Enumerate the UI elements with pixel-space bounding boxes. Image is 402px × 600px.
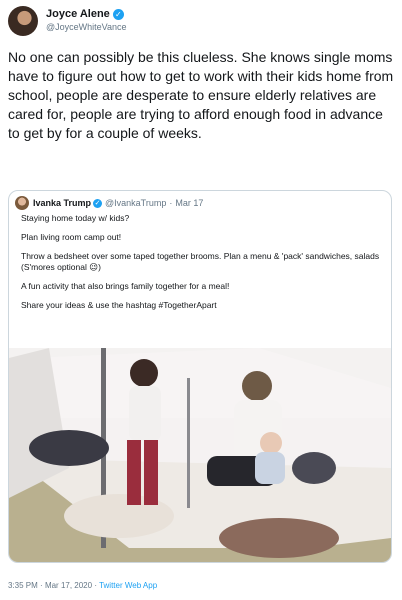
quoted-line: Share your ideas & use the hashtag #Toge… [21,300,217,310]
quoted-line: Throw a bedsheet over some taped togethe… [21,251,380,272]
quoted-date: Mar 17 [175,198,204,208]
quoted-handle: @IvankaTrump [105,198,167,208]
author-name-row: Joyce Alene ✓ [46,8,127,21]
quoted-tweet[interactable]: Ivanka Trump ✓ @IvankaTrump · Mar 17 Sta… [8,190,392,563]
avatar[interactable] [8,6,38,36]
tweet: Joyce Alene ✓ @JoyceWhiteVance No one ca… [0,0,402,600]
author-names: Joyce Alene ✓ @JoyceWhiteVance [46,8,127,34]
tweet-footer: 3:35 PM · Mar 17, 2020 · Twitter Web App [8,581,157,590]
quoted-text: Staying home today w/ kids? Plan living … [21,213,381,319]
footer-separator: · [94,581,97,590]
quoted-line: A fun activity that also brings family t… [21,281,230,291]
quoted-line: Plan living room camp out! [21,232,122,242]
tweet-time[interactable]: 3:35 PM [8,581,38,590]
verified-icon: ✓ [112,9,124,20]
quoted-line: Staying home today w/ kids? [21,213,130,223]
quoted-header: Ivanka Trump ✓ @IvankaTrump · Mar 17 [15,196,203,210]
tweet-header: Joyce Alene ✓ @JoyceWhiteVance [8,6,127,36]
quoted-author-name: Ivanka Trump [33,198,92,208]
author-handle[interactable]: @JoyceWhiteVance [46,21,127,34]
quoted-separator: · [169,198,173,208]
tweet-date[interactable]: Mar 17, 2020 [45,581,92,590]
tweet-source[interactable]: Twitter Web App [99,581,157,590]
tent-photo[interactable] [9,348,391,562]
verified-icon: ✓ [93,198,103,208]
author-name[interactable]: Joyce Alene [46,8,110,21]
tweet-text: No one can possibly be this clueless. Sh… [8,49,394,141]
footer-separator: · [40,581,43,590]
quoted-avatar [15,196,29,210]
